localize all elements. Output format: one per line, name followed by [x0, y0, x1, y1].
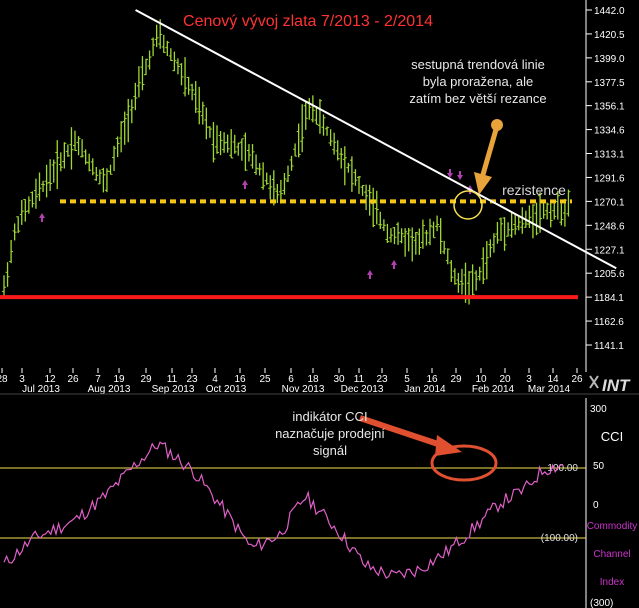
x-month-label: Mar 2014 — [528, 384, 571, 395]
cci-y-tick: 0 — [593, 500, 599, 511]
cci-title: CCI — [601, 429, 623, 444]
x-month-label: Dec 2013 — [341, 384, 384, 395]
x-month-label: Oct 2013 — [206, 384, 247, 395]
x-day-tick-label: 28 — [0, 374, 8, 385]
price-y-tick-label: 1377.5 — [594, 78, 625, 89]
chart-canvas: 1442.0 1420.5 1399.0 1377.5 1356.1 1334.6 1313… — [0, 0, 639, 608]
cci-y-tick: 50 — [593, 461, 605, 472]
price-y-tick-label: 1442.0 — [594, 6, 625, 17]
price-y-tick-label: 1334.6 — [594, 126, 625, 137]
price-y-tick-label: 1270.1 — [594, 197, 625, 208]
x-month-label: Jan 2014 — [404, 384, 446, 395]
price-y-tick-label: 1399.0 — [594, 54, 625, 65]
x-day-tick-label: 29 — [450, 374, 462, 385]
resistance-label: rezistence — [502, 182, 566, 198]
x-month-label: Aug 2013 — [88, 384, 131, 395]
price-y-tick-label: 1420.5 — [594, 30, 625, 41]
cci-side-label: Commodity — [587, 521, 638, 532]
price-y-tick-label: 1356.1 — [594, 102, 625, 113]
price-y-tick-label: 1205.6 — [594, 269, 625, 280]
x-month-label: Nov 2013 — [282, 384, 325, 395]
logo-text: INT — [602, 376, 631, 395]
price-y-tick-label: 1291.6 — [594, 173, 625, 184]
price-y-tick-label: 1227.1 — [594, 245, 625, 256]
int-logo: INT — [587, 372, 639, 395]
cci-level-minus100-label: (100.00) — [541, 533, 578, 544]
price-y-tick-label: 1313.1 — [594, 150, 625, 161]
x-month-label: Jul 2013 — [22, 384, 60, 395]
x-day-tick-label: 26 — [67, 374, 79, 385]
x-day-tick-label: 26 — [571, 374, 583, 385]
x-day-tick-label: 29 — [140, 374, 152, 385]
x-month-label: Sep 2013 — [152, 384, 195, 395]
price-y-tick-label: 1184.1 — [594, 293, 624, 304]
cci-y-tick: 300 — [590, 404, 607, 415]
price-y-tick-label: 1248.6 — [594, 221, 625, 232]
price-y-tick-label: 1162.6 — [594, 317, 624, 328]
cci-y-tick: (300) — [590, 598, 613, 608]
cci-side-label: Channel — [593, 549, 630, 560]
trendline-annotation: sestupná trendová linie byla proražena, a… — [409, 57, 546, 106]
x-day-tick-label: 25 — [259, 374, 271, 385]
x-month-label: Feb 2014 — [472, 384, 515, 395]
chart-title: Cenový vývoj zlata 7/2013 - 2/2014 — [183, 13, 433, 30]
price-y-tick-label: 1141.1 — [594, 341, 624, 352]
cci-side-label: Index — [600, 577, 624, 588]
